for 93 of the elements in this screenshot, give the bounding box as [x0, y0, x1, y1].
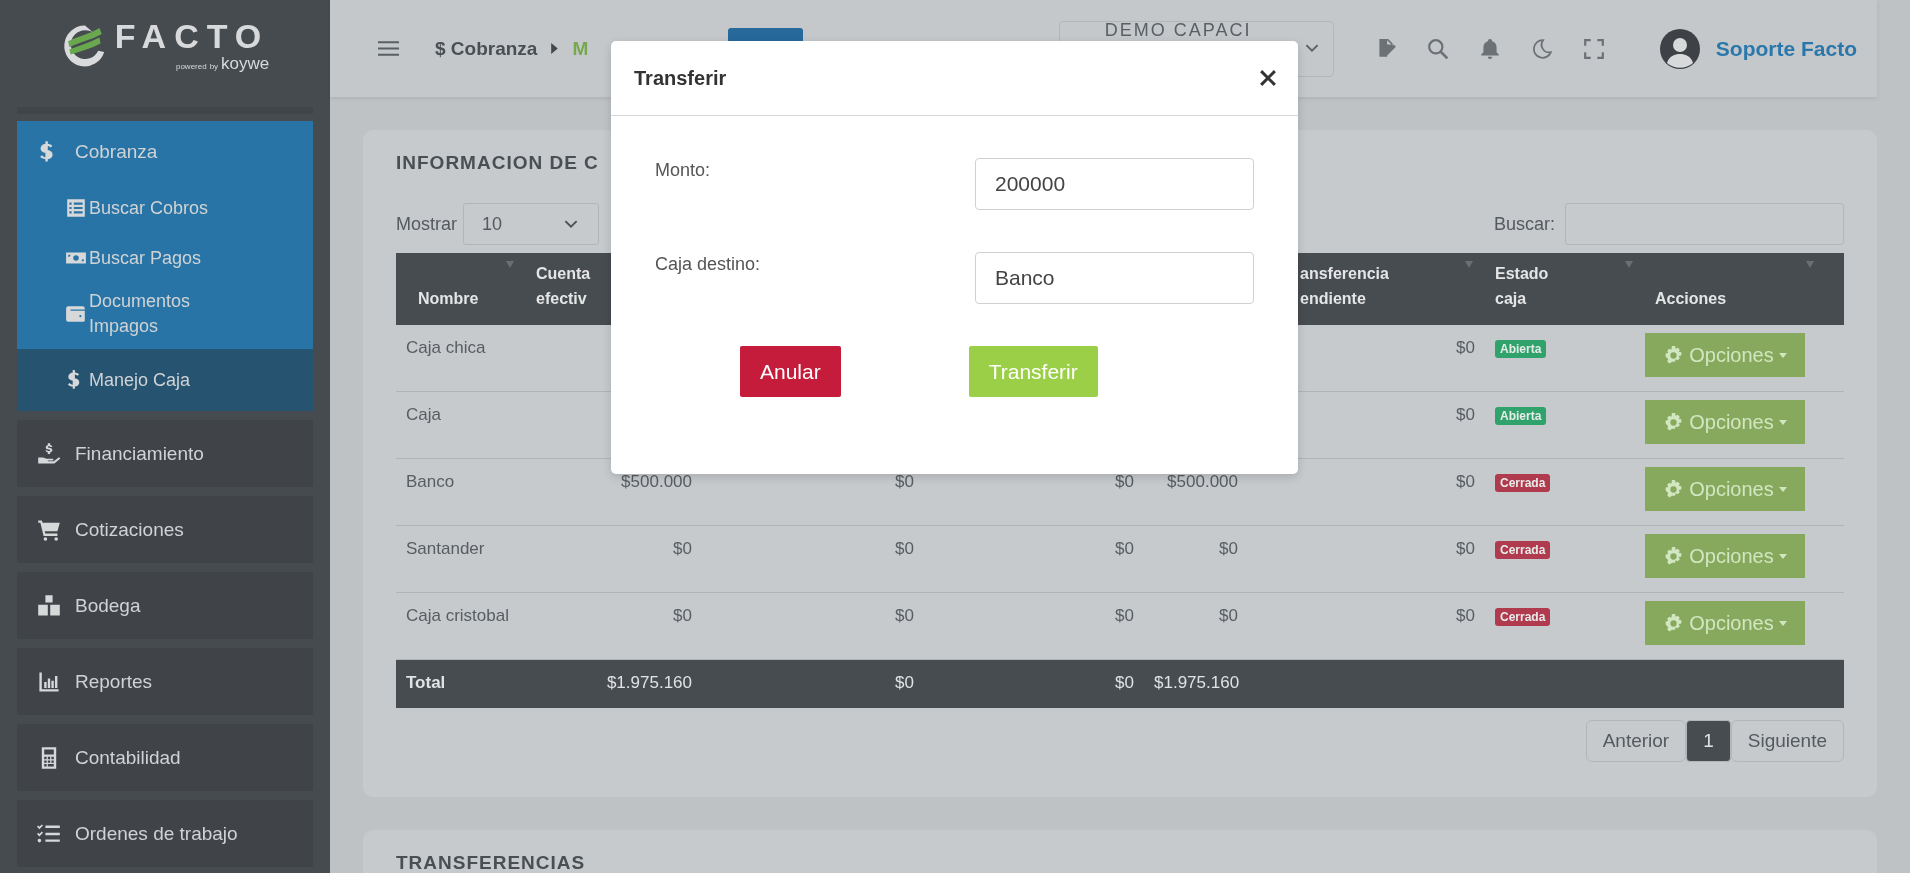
table-cell: $0 [673, 606, 692, 625]
card-title: TRANSFERENCIAS [396, 852, 587, 873]
column-header[interactable]: Acciones [1655, 286, 1727, 311]
menu-item[interactable]: Cobranza [17, 121, 313, 183]
status-badge: Cerrada [1495, 541, 1551, 559]
close-icon[interactable] [1260, 70, 1276, 86]
by-text: by [209, 62, 219, 71]
table-cell: $0 [895, 673, 914, 692]
menu-item[interactable]: Cotizaciones [17, 496, 313, 563]
submenu-item[interactable]: Documentos Impagos [17, 283, 313, 345]
brand-name: FACTO [114, 18, 270, 54]
menu-item[interactable]: Contabilidad [17, 724, 313, 791]
table-cell: Total [406, 673, 446, 692]
pagination-button[interactable]: Siguiente [1730, 720, 1844, 762]
column-header[interactable]: ansferencia endiente [1300, 261, 1389, 311]
card-title: INFORMACION DE C [396, 152, 599, 174]
menu-item[interactable]: Bodega [17, 572, 313, 639]
boxes-icon [37, 593, 61, 618]
avatar-icon[interactable] [1659, 28, 1700, 69]
table-cell: $0 [1456, 472, 1475, 491]
table-cell: Caja chica [406, 338, 486, 357]
table-cell: $0 [895, 606, 914, 625]
caret-icon [1778, 419, 1787, 425]
status-badge: Cerrada [1495, 608, 1551, 626]
sort-icon[interactable] [506, 261, 514, 269]
pagination-button[interactable]: 1 [1686, 720, 1731, 762]
search-label: Buscar: [1493, 213, 1555, 235]
cart-icon [37, 517, 61, 542]
field-label: Monto: [655, 159, 711, 182]
fullscreen-icon[interactable] [1582, 37, 1605, 60]
powered-text: powered [175, 62, 207, 71]
table-cell: $0 [673, 539, 692, 558]
table-cell: $1.975.160 [1154, 673, 1240, 692]
chevron-down-icon [1304, 44, 1319, 53]
table-cell: $0 [1115, 606, 1134, 625]
menu-item[interactable]: Financiamiento [17, 420, 313, 487]
breadcrumb-item: M [572, 37, 589, 60]
hand-coin-icon [37, 441, 61, 466]
breadcrumb-item[interactable]: $ Cobranza [435, 37, 538, 60]
table-cell: Caja [406, 405, 441, 424]
table-cell: $0 [1456, 338, 1475, 357]
column-header[interactable]: Nombre [418, 286, 479, 311]
table-cell: Santander [406, 539, 485, 558]
table-cell: Banco [406, 472, 455, 491]
caret-icon [1778, 553, 1787, 559]
field-label: Caja destino: [655, 253, 761, 276]
submenu-item[interactable]: Manejo Caja [17, 349, 313, 411]
table-cell: $0 [1115, 539, 1134, 558]
chevron-down-icon [564, 219, 578, 229]
cancel-button[interactable]: Anular [740, 346, 841, 397]
sort-icon[interactable] [1465, 261, 1473, 269]
list-icon [65, 197, 87, 219]
menu-icon[interactable] [378, 40, 399, 57]
show-label: Mostrar [396, 213, 457, 235]
table-cell: $500.000 [621, 472, 692, 491]
table-cell: Caja cristobal [406, 606, 509, 625]
sort-icon[interactable] [1625, 261, 1633, 269]
status-badge: Cerrada [1495, 474, 1551, 492]
moon-icon[interactable] [1530, 37, 1553, 60]
notification-bell-icon[interactable] [1478, 37, 1501, 60]
caret-icon [1778, 620, 1787, 626]
table-cell: $0 [1115, 673, 1134, 692]
menu-item[interactable]: Reportes [17, 648, 313, 715]
caret-icon [1778, 486, 1787, 492]
caret-icon [551, 43, 559, 54]
column-header[interactable]: Cuenta efectiv [536, 261, 591, 311]
page-size-select[interactable]: 10 [463, 203, 599, 245]
input-field[interactable]: 200000 [975, 158, 1254, 210]
table-cell: $0 [1219, 606, 1238, 625]
menu-item[interactable]: Ordenes de trabajo [17, 800, 313, 867]
table-cell: $0 [1456, 405, 1475, 424]
table-cell: $0 [1219, 539, 1238, 558]
sort-icon[interactable] [1806, 261, 1814, 269]
bar-chart-icon [37, 669, 61, 694]
table-cell: $1.975.160 [606, 673, 692, 692]
table-cell: $0 [895, 472, 914, 491]
status-badge: Abierta [1495, 340, 1547, 358]
status-badge: Abierta [1495, 407, 1547, 425]
input-field[interactable]: Banco [975, 252, 1254, 304]
search-icon[interactable] [1426, 37, 1449, 60]
table-cell: $500.000 [1167, 472, 1238, 491]
wallet-icon [65, 303, 87, 325]
caret-icon [1778, 352, 1787, 358]
table-cell: $0 [895, 539, 914, 558]
table-cell: $0 [1456, 539, 1475, 558]
submenu-item[interactable]: Buscar Pagos [17, 233, 313, 283]
table-cell: $0 [1456, 606, 1475, 625]
dialog-title: Transferir [634, 66, 727, 90]
table-cell: $0 [1115, 472, 1134, 491]
koywe-text: koywe [221, 54, 270, 74]
user-name[interactable]: Soporte Facto [1715, 36, 1857, 61]
submenu-item[interactable]: Buscar Cobros [17, 183, 313, 233]
column-header[interactable]: Estado caja [1495, 261, 1549, 311]
